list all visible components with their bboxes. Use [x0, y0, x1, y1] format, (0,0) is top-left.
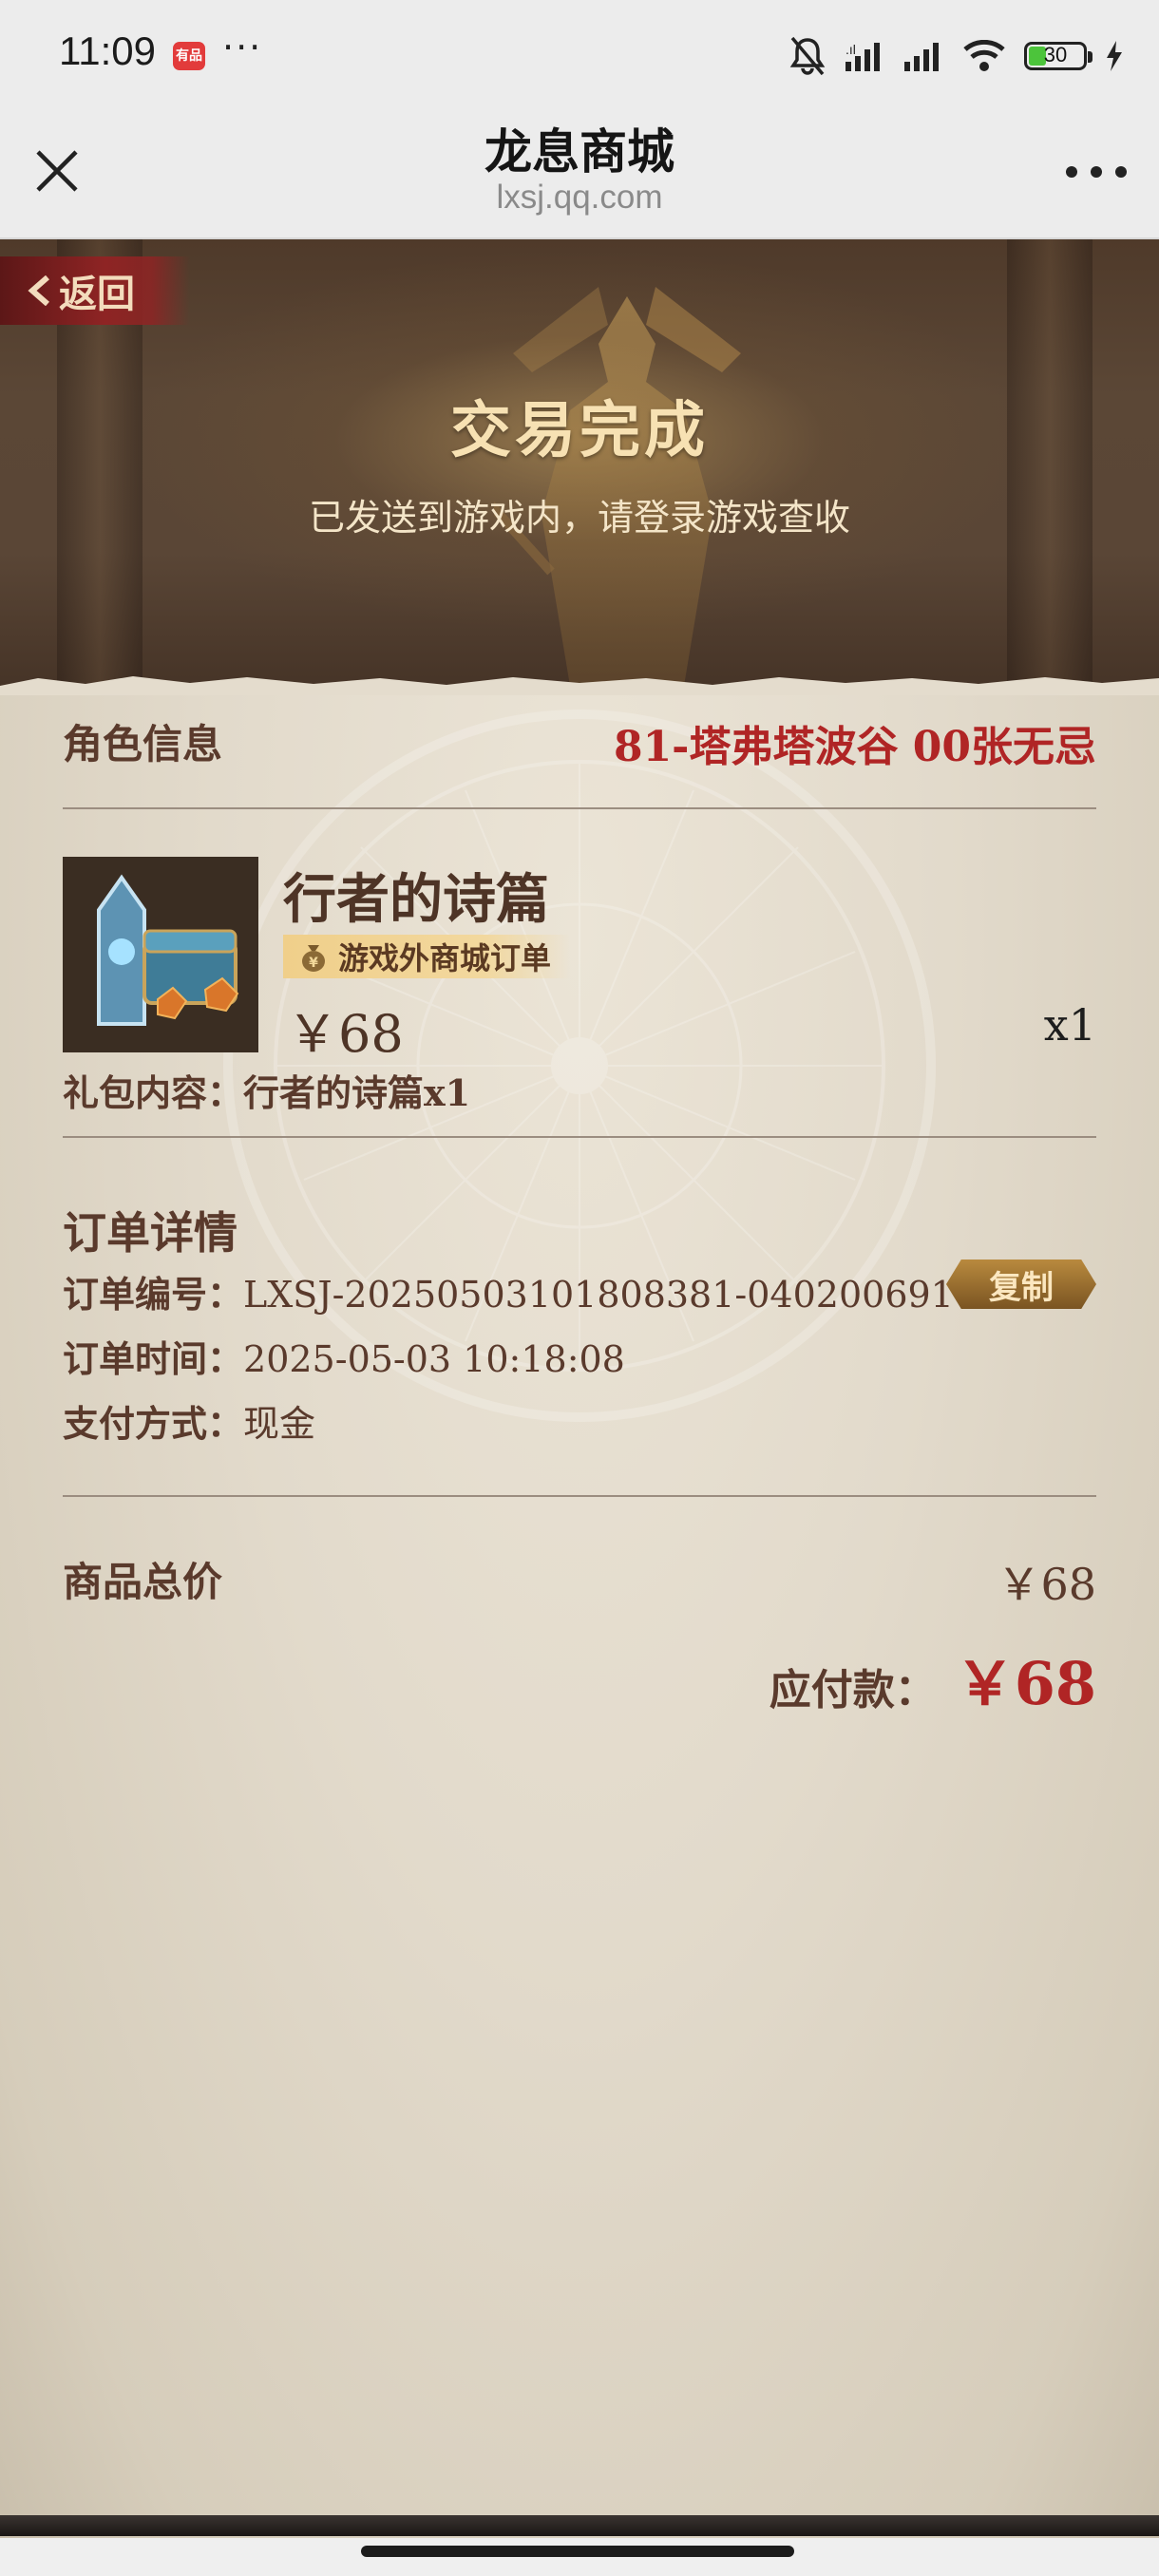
payment-method: 现金 [243, 1403, 316, 1445]
page-bottom-edge [0, 2515, 1159, 2536]
product-thumbnail [63, 857, 258, 1052]
divider [63, 1136, 1096, 1138]
amount-payable-value: ￥68 [955, 1649, 1096, 1718]
charging-bolt-icon [1107, 41, 1122, 71]
more-notifications-icon: ··· [222, 27, 263, 68]
home-indicator[interactable] [361, 2546, 794, 2557]
order-time-row: 订单时间：2025-05-03 10:18:08 [63, 1330, 625, 1382]
status-icons: .ıl 30 [788, 34, 1123, 78]
order-number: LXSJ-20250503101808381-040200691 [243, 1274, 954, 1316]
total-price-value: ￥68 [997, 1559, 1096, 1610]
divider [63, 1495, 1096, 1497]
battery-level: 30 [1043, 43, 1068, 66]
role-info-label: 角色信息 [63, 721, 223, 767]
role-info-row: 角色信息 81-塔弗塔波谷 00张无忌 [63, 686, 1096, 777]
amount-payable-row: 应付款： ￥68 [770, 1636, 1096, 1721]
order-time: 2025-05-03 10:18:08 [243, 1338, 625, 1380]
battery-icon: 30 [1024, 42, 1092, 70]
money-bag-icon: ¥ [302, 945, 325, 972]
signal-1-icon: .ıl [846, 42, 880, 71]
amount-payable-label: 应付款： [769, 1666, 937, 1714]
status-bar: 11:09 有品 ··· .ıl 30 [0, 0, 1159, 104]
mute-bell-icon [789, 36, 826, 76]
product-price: ￥68 [287, 1004, 404, 1064]
order-page: 返回 交易完成 已发送到游戏内，请登录游戏查收 角色信息 81-塔弗塔波谷 00… [0, 239, 1159, 2538]
hero-banner: 返回 交易完成 已发送到游戏内，请登录游戏查收 [0, 239, 1159, 695]
wifi-icon [963, 40, 1005, 71]
svg-text:.ıl: .ıl [846, 42, 856, 57]
signal-2-icon [904, 43, 939, 71]
order-time-label: 订单时间： [63, 1337, 244, 1380]
package-contents: 礼包内容：行者的诗篇x1 [63, 1071, 471, 1114]
page-url: lxsj.qq.com [496, 179, 663, 216]
svg-text:¥: ¥ [309, 956, 318, 971]
more-options-icon[interactable] [1058, 158, 1134, 186]
product-quantity: x1 [1043, 999, 1096, 1051]
role-info-value: 81-塔弗塔波谷 00张无忌 [613, 723, 1096, 771]
order-number-label: 订单编号： [63, 1273, 244, 1316]
browser-title-bar: 龙息商城 lxsj.qq.com [0, 104, 1159, 239]
transaction-status-title: 交易完成 [450, 395, 709, 466]
order-details-title: 订单详情 [63, 1207, 238, 1259]
total-price-label: 商品总价 [63, 1559, 223, 1605]
order-source-badge: ¥ 游戏外商城订单 [283, 935, 571, 978]
payment-method-label: 支付方式： [63, 1402, 244, 1445]
transaction-status-subtitle: 已发送到游戏内，请登录游戏查收 [308, 497, 850, 539]
order-number-row: 订单编号：LXSJ-20250503101808381-040200691 [63, 1265, 954, 1317]
copy-order-number-button[interactable]: 复制 [946, 1260, 1096, 1309]
back-button[interactable]: 返回 [0, 256, 190, 325]
status-time: 11:09 [59, 28, 156, 73]
product-name: 行者的诗篇 [283, 868, 549, 931]
hero-knight-illustration [494, 287, 741, 686]
back-button-label: 返回 [59, 272, 135, 316]
divider [63, 807, 1096, 809]
chevron-left-icon [28, 275, 49, 306]
app-notification-icon: 有品 [173, 42, 205, 70]
payment-method-row: 支付方式：现金 [63, 1394, 315, 1447]
page-title: 龙息商城 [484, 124, 674, 180]
order-source-badge-label: 游戏外商城订单 [338, 940, 552, 976]
